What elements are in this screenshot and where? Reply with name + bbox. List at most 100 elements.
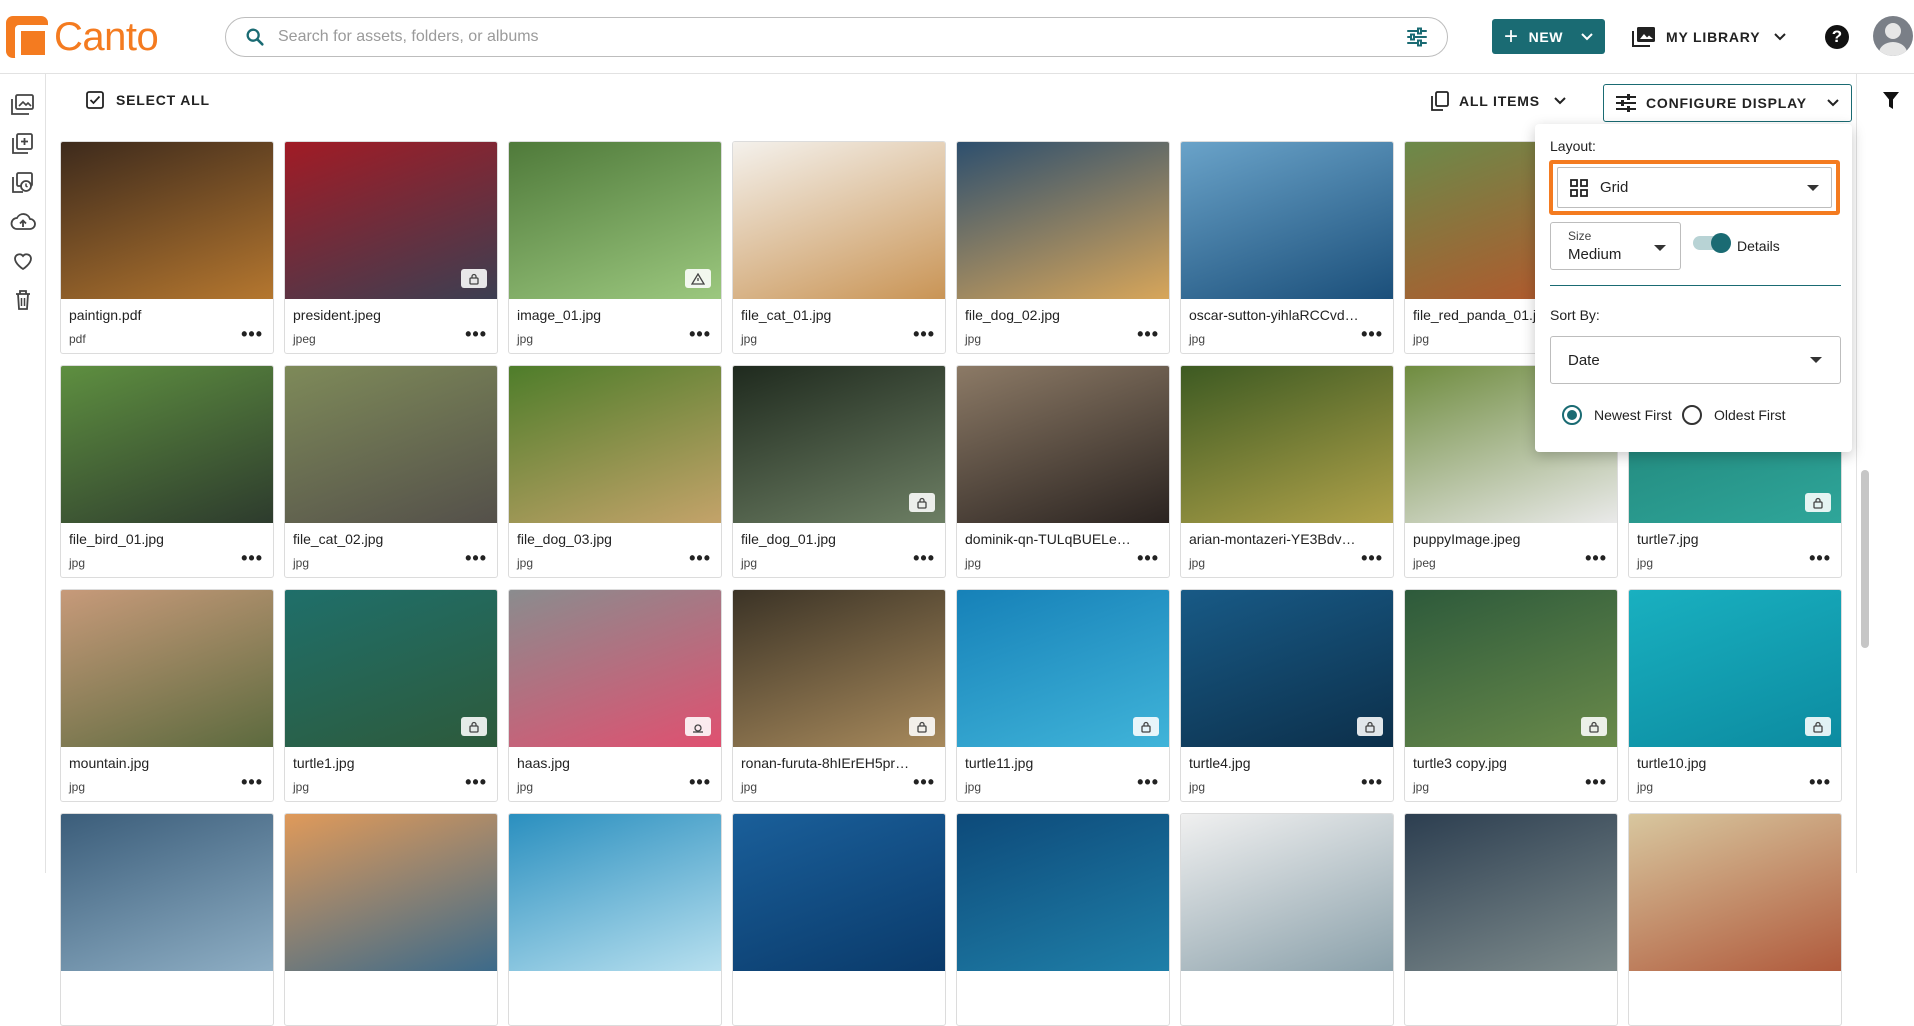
cloud-upload-icon[interactable] <box>10 209 36 235</box>
more-options-icon[interactable]: ••• <box>1137 773 1159 791</box>
more-options-icon[interactable]: ••• <box>689 773 711 791</box>
trash-icon[interactable] <box>10 287 36 313</box>
asset-card[interactable]: paintign.pdf pdf ••• <box>60 141 274 354</box>
more-options-icon[interactable]: ••• <box>465 549 487 567</box>
asset-card[interactable] <box>508 813 722 1026</box>
more-options-icon[interactable]: ••• <box>465 325 487 343</box>
asset-thumbnail[interactable] <box>61 590 273 747</box>
asset-card[interactable]: turtle10.jpg jpg ••• <box>1628 589 1842 802</box>
asset-card[interactable] <box>732 813 946 1026</box>
asset-card[interactable]: file_dog_03.jpg jpg ••• <box>508 365 722 578</box>
asset-thumbnail[interactable] <box>1181 142 1393 299</box>
more-options-icon[interactable]: ••• <box>1809 773 1831 791</box>
my-library-label: MY LIBRARY <box>1666 28 1761 45</box>
more-options-icon[interactable]: ••• <box>241 773 263 791</box>
my-library-button[interactable]: MY LIBRARY <box>1632 19 1796 54</box>
search-input[interactable] <box>278 28 1405 46</box>
asset-thumbnail[interactable] <box>733 142 945 299</box>
asset-thumbnail[interactable] <box>733 814 945 971</box>
asset-card[interactable]: mountain.jpg jpg ••• <box>60 589 274 802</box>
asset-card[interactable]: turtle1.jpg jpg ••• <box>284 589 498 802</box>
asset-card[interactable]: file_dog_01.jpg jpg ••• <box>732 365 946 578</box>
select-all-button[interactable]: SELECT ALL <box>86 91 210 109</box>
scrollbar-thumb[interactable] <box>1861 470 1869 648</box>
more-options-icon[interactable]: ••• <box>241 549 263 567</box>
sort-newest-option[interactable]: Newest First <box>1562 405 1672 425</box>
asset-card[interactable]: haas.jpg jpg ••• <box>508 589 722 802</box>
grid-icon <box>1570 178 1588 197</box>
asset-name: file_bird_01.jpg <box>69 531 164 547</box>
asset-thumbnail[interactable] <box>509 366 721 523</box>
asset-thumbnail[interactable] <box>61 142 273 299</box>
all-items-dropdown[interactable]: ALL ITEMS <box>1431 91 1566 111</box>
asset-thumbnail[interactable] <box>285 814 497 971</box>
asset-card[interactable]: turtle4.jpg jpg ••• <box>1180 589 1394 802</box>
asset-name: ronan-furuta-8hIErEH5pr0-u... <box>741 755 911 771</box>
more-options-icon[interactable]: ••• <box>913 325 935 343</box>
asset-thumbnail[interactable] <box>1629 814 1841 971</box>
asset-card[interactable]: oscar-sutton-yihlaRCCvd4-u... jpg ••• <box>1180 141 1394 354</box>
asset-name: turtle4.jpg <box>1189 755 1251 771</box>
asset-card[interactable]: file_bird_01.jpg jpg ••• <box>60 365 274 578</box>
search-filter-icon[interactable] <box>1405 25 1429 49</box>
user-avatar[interactable] <box>1873 16 1913 56</box>
asset-card[interactable]: arian-montazeri-YE3BdvC_ip...jpg ••• <box>1180 365 1394 578</box>
asset-card[interactable] <box>1628 813 1842 1026</box>
asset-card[interactable]: turtle11.jpg jpg ••• <box>956 589 1170 802</box>
asset-type: jpeg <box>293 332 316 346</box>
albums-icon[interactable] <box>10 170 36 196</box>
asset-thumbnail[interactable] <box>61 814 273 971</box>
asset-card[interactable]: file_cat_02.jpg jpg ••• <box>284 365 498 578</box>
asset-thumbnail[interactable] <box>1405 814 1617 971</box>
asset-card[interactable] <box>1180 813 1394 1026</box>
processing-icon <box>685 717 711 736</box>
sort-oldest-option[interactable]: Oldest First <box>1682 405 1786 425</box>
more-options-icon[interactable]: ••• <box>241 325 263 343</box>
more-options-icon[interactable]: ••• <box>1137 549 1159 567</box>
asset-thumbnail[interactable] <box>957 142 1169 299</box>
asset-thumbnail[interactable] <box>1181 814 1393 971</box>
asset-card[interactable]: file_dog_02.jpg jpg ••• <box>956 141 1170 354</box>
asset-type: jpg <box>1189 332 1206 346</box>
asset-card[interactable] <box>60 813 274 1026</box>
more-options-icon[interactable]: ••• <box>689 325 711 343</box>
canto-logo[interactable]: Canto <box>6 15 159 61</box>
size-select[interactable]: Size Medium <box>1550 222 1681 270</box>
filter-funnel-icon[interactable] <box>1883 92 1899 109</box>
more-options-icon[interactable]: ••• <box>1361 773 1383 791</box>
asset-thumbnail[interactable] <box>1181 366 1393 523</box>
upload-collection-icon[interactable] <box>10 131 36 157</box>
asset-thumbnail[interactable] <box>61 366 273 523</box>
asset-card[interactable]: dominik-qn-TULqBUELe9c-u... jpg ••• <box>956 365 1170 578</box>
asset-thumbnail[interactable] <box>957 366 1169 523</box>
asset-card[interactable] <box>1404 813 1618 1026</box>
more-options-icon[interactable]: ••• <box>465 773 487 791</box>
more-options-icon[interactable]: ••• <box>1585 549 1607 567</box>
asset-card[interactable]: turtle3 copy.jpg jpg ••• <box>1404 589 1618 802</box>
more-options-icon[interactable]: ••• <box>689 549 711 567</box>
asset-card[interactable] <box>284 813 498 1026</box>
layout-select[interactable]: Grid <box>1557 167 1832 208</box>
more-options-icon[interactable]: ••• <box>1361 325 1383 343</box>
details-toggle[interactable] <box>1693 233 1731 253</box>
sort-select[interactable]: Date <box>1550 336 1841 384</box>
asset-thumbnail[interactable] <box>509 814 721 971</box>
asset-card[interactable]: president.jpeg jpeg ••• <box>284 141 498 354</box>
more-options-icon[interactable]: ••• <box>1809 549 1831 567</box>
library-icon[interactable] <box>10 92 36 118</box>
asset-card[interactable]: image_01.jpg jpg ••• <box>508 141 722 354</box>
more-options-icon[interactable]: ••• <box>1137 325 1159 343</box>
configure-display-button[interactable]: CONFIGURE DISPLAY <box>1603 84 1852 122</box>
asset-card[interactable]: ronan-furuta-8hIErEH5pr0-u... jpg ••• <box>732 589 946 802</box>
more-options-icon[interactable]: ••• <box>913 549 935 567</box>
asset-card[interactable] <box>956 813 1170 1026</box>
more-options-icon[interactable]: ••• <box>1585 773 1607 791</box>
asset-card[interactable]: file_cat_01.jpg jpg ••• <box>732 141 946 354</box>
help-icon[interactable]: ? <box>1825 25 1849 49</box>
new-button[interactable]: + NEW <box>1492 19 1605 54</box>
favorites-icon[interactable] <box>10 248 36 274</box>
more-options-icon[interactable]: ••• <box>913 773 935 791</box>
more-options-icon[interactable]: ••• <box>1361 549 1383 567</box>
asset-thumbnail[interactable] <box>957 814 1169 971</box>
asset-thumbnail[interactable] <box>285 366 497 523</box>
